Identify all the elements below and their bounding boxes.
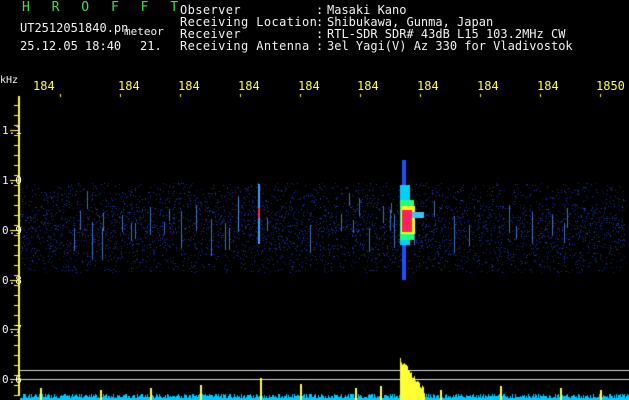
info-separator: : [316,39,324,53]
app-title: H R O F F T [22,0,186,15]
y-tick-label: 0.8 [2,274,22,287]
date-time: 25.12.05 18:40 [20,39,122,53]
info-value-antenna: 3el Yagi(V) Az 330 for Vladivostok [327,39,573,53]
y-tick-label: 1.0 [2,174,22,187]
y-tick-label: 0.9 [2,224,22,237]
x-tick-label: 184 [118,79,140,93]
y-axis-unit: kHz [0,75,19,86]
x-tick-label: 184 [477,79,499,93]
x-tick-label: 184 [178,79,200,93]
x-tick-label: 184 [417,79,439,93]
y-tick-label: 0.7 [2,323,22,336]
y-tick-label: 0.6 [2,373,22,386]
mode-label: meteor [124,25,164,38]
x-tick-label: 184 [238,79,260,93]
x-tick-label: 184 [33,79,55,93]
file-name: UT2512051840.pn [20,21,129,35]
y-tick-label: 1.1 [2,124,22,137]
spectrogram-canvas [0,0,629,400]
x-tick-label: 184 [357,79,379,93]
info-label-antenna: Receiving Antenna [180,39,310,53]
date-time-suffix: 21. [140,39,162,53]
x-tick-label: 184 [298,79,320,93]
x-tick-label: 184 [537,79,559,93]
x-tick-label: 1850 [596,79,625,93]
